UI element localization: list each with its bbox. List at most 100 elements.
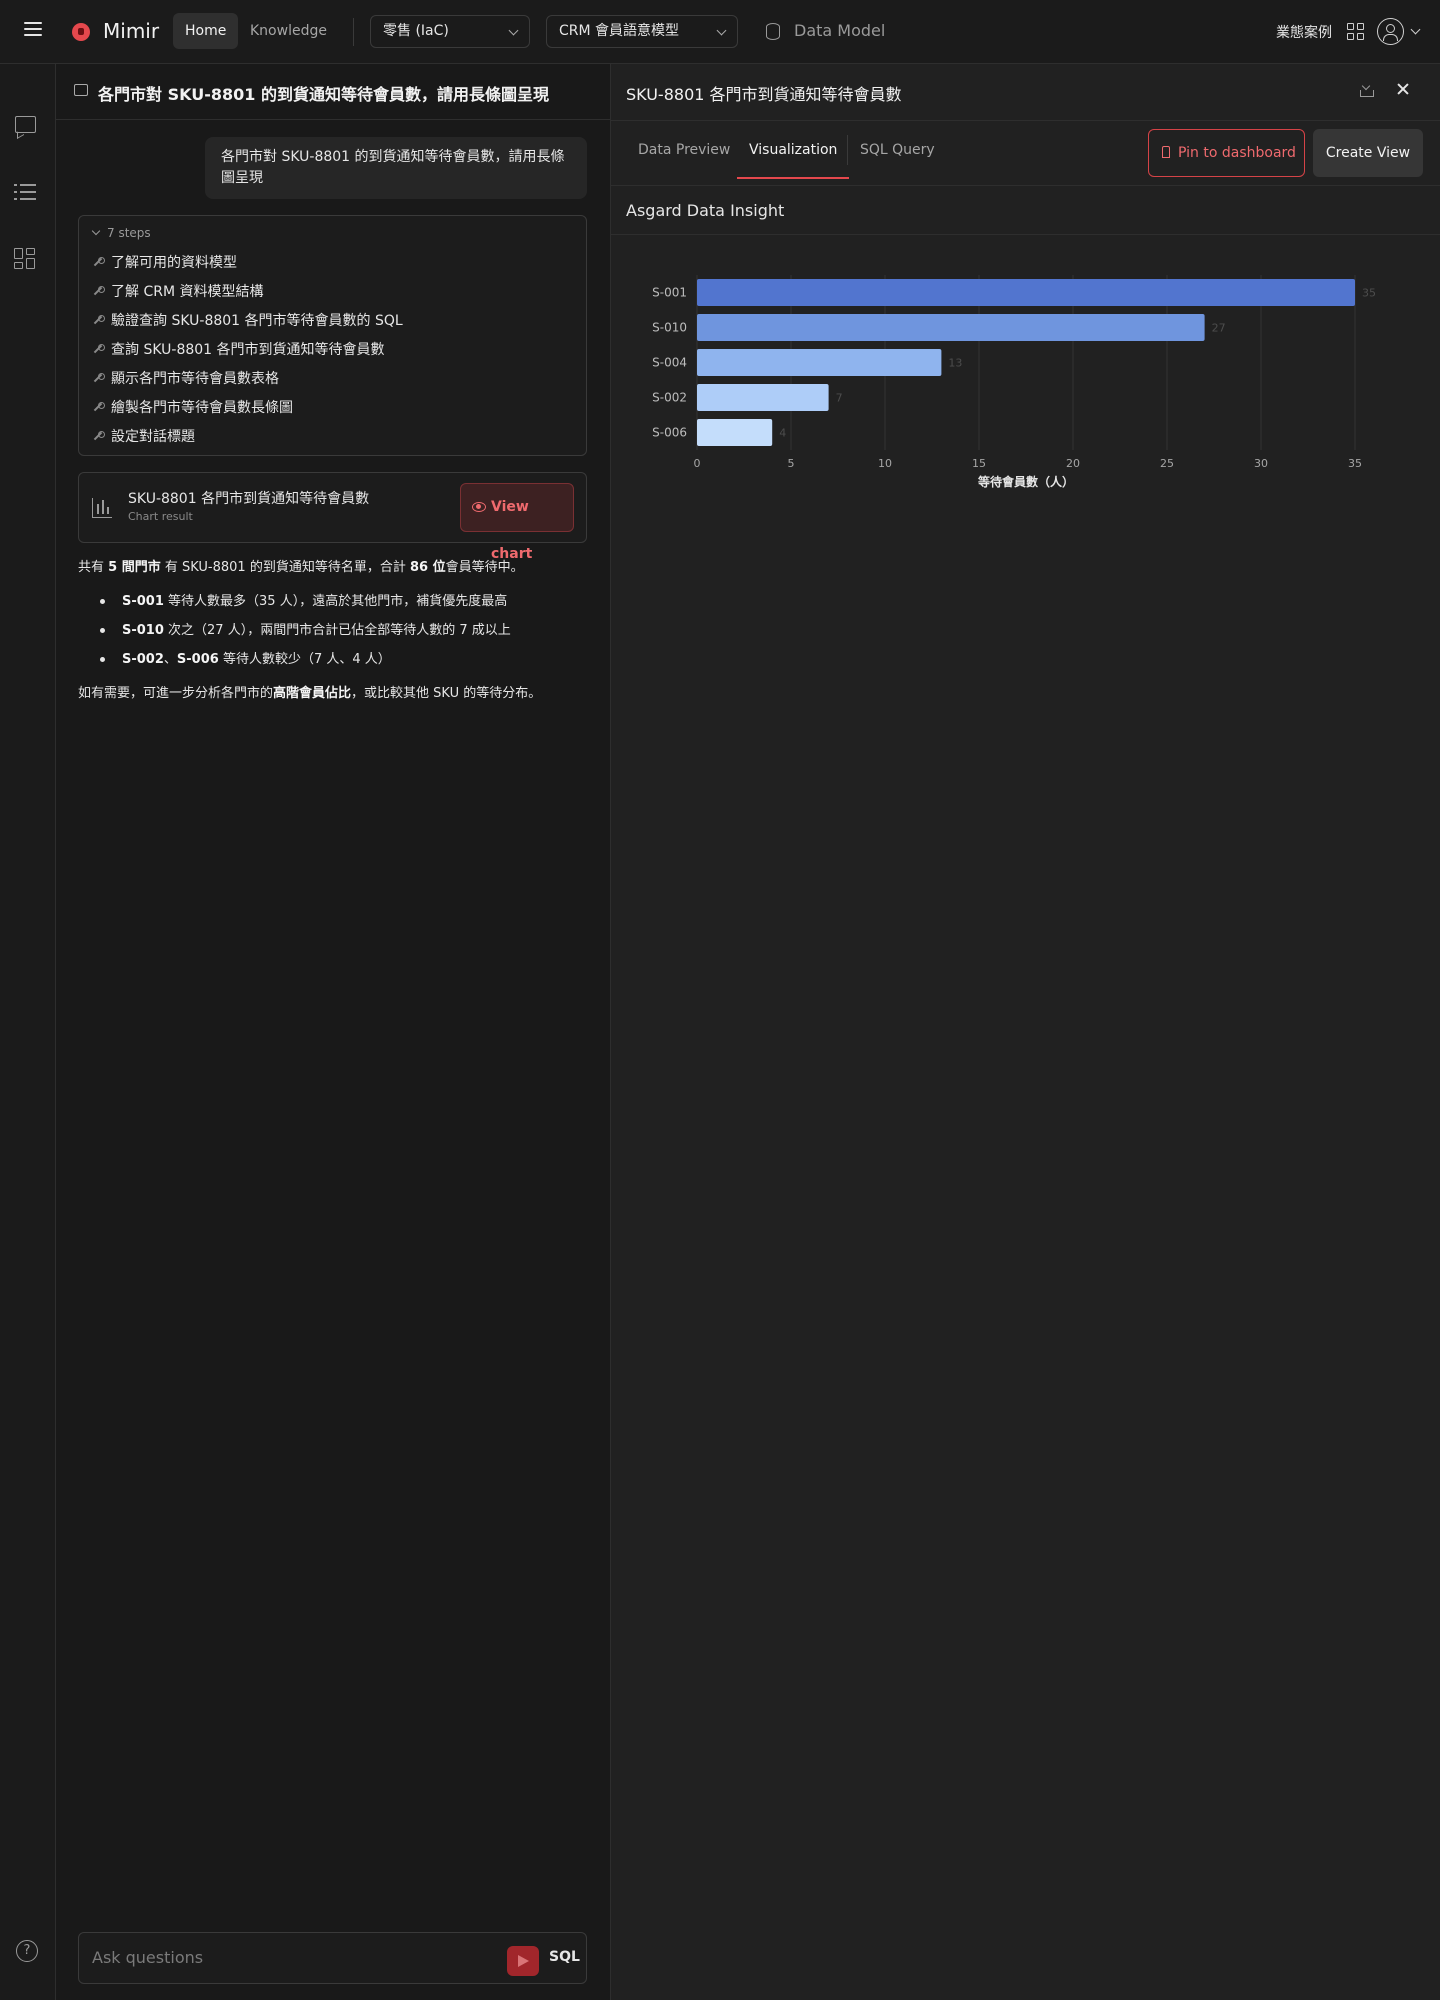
chart-bar xyxy=(697,384,829,411)
y-tick-label: S-004 xyxy=(652,356,687,370)
step-label: 設定對話標題 xyxy=(111,429,195,445)
user-avatar-icon[interactable] xyxy=(1377,18,1404,45)
help-icon[interactable]: ? xyxy=(16,1940,38,1962)
chart-card-subtitle: Chart result xyxy=(128,510,193,523)
step-item[interactable]: 繪製各門市等待會員數長條圖 xyxy=(92,397,293,417)
answer-bullets: S-001 等待人數最多（35 人），遠高於其他門市，補貨優先度最高 S-010… xyxy=(100,587,588,674)
insight-header: Asgard Data Insight xyxy=(611,186,1440,235)
left-rail: ? xyxy=(0,64,56,2000)
question-input-placeholder: Ask questions xyxy=(92,1948,204,1967)
wrench-icon xyxy=(92,315,105,326)
wrench-icon xyxy=(92,257,105,268)
step-item[interactable]: 了解 CRM 資料模型結構 xyxy=(92,281,263,301)
model-select-label: CRM 會員語意模型 xyxy=(559,23,680,39)
steps-count: 7 steps xyxy=(107,226,151,240)
view-chart-label: View chart xyxy=(491,499,533,562)
logo-icon xyxy=(72,23,90,41)
data-label: 13 xyxy=(948,357,962,370)
list-icon[interactable] xyxy=(14,181,38,205)
chart-bar xyxy=(697,419,773,446)
eye-icon xyxy=(472,502,486,512)
chat-panel: 各門市對 SKU-8801 的到貨通知等待會員數，請用長條圖呈現 各門市對 SK… xyxy=(56,64,611,2000)
step-item[interactable]: 驗證查詢 SKU-8801 各門市等待會員數的 SQL xyxy=(92,310,403,330)
chart-bar xyxy=(697,349,942,376)
x-tick-label: 5 xyxy=(788,457,795,470)
visualization-panel: SKU-8801 各門市到貨通知等待會員數 Data Preview Visua… xyxy=(611,64,1440,2000)
list-item: S-002、S-006 等待人數較少（7 人、4 人） xyxy=(100,645,588,674)
pin-icon xyxy=(1162,146,1170,158)
x-axis-title: 等待會員數（人） xyxy=(977,474,1074,489)
download-icon[interactable] xyxy=(1360,83,1374,97)
model-select[interactable]: CRM 會員語意模型 xyxy=(546,15,738,48)
viz-header: SKU-8801 各門市到貨通知等待會員數 xyxy=(611,64,1440,121)
nav-knowledge[interactable]: Knowledge xyxy=(238,13,339,49)
x-tick-label: 10 xyxy=(878,457,892,470)
data-label: 4 xyxy=(779,427,786,440)
chevron-down-icon xyxy=(508,25,519,36)
chat-icon[interactable] xyxy=(14,114,38,138)
nav-home[interactable]: Home xyxy=(173,13,239,49)
chat-header: 各門市對 SKU-8801 的到貨通知等待會員數，請用長條圖呈現 xyxy=(56,64,611,120)
y-tick-label: S-001 xyxy=(652,286,687,300)
close-icon[interactable] xyxy=(1395,81,1411,97)
chat-title: 各門市對 SKU-8801 的到貨通知等待會員數，請用長條圖呈現 xyxy=(98,85,549,104)
apps-grid-icon[interactable] xyxy=(1347,23,1364,40)
question-input[interactable]: Ask questions SQL xyxy=(78,1932,587,1984)
viz-title: SKU-8801 各門市到貨通知等待會員數 xyxy=(626,85,902,104)
message-icon xyxy=(74,84,88,96)
data-model-link[interactable]: Data Model xyxy=(794,21,885,40)
tab-sql-query[interactable]: SQL Query xyxy=(860,121,935,179)
y-tick-label: S-010 xyxy=(652,321,687,335)
step-label: 了解可用的資料模型 xyxy=(111,255,237,271)
step-item[interactable]: 了解可用的資料模型 xyxy=(92,252,237,272)
project-select[interactable]: 零售 (IaC) xyxy=(370,15,530,48)
dashboard-icon[interactable] xyxy=(14,248,38,272)
chart-bar xyxy=(697,279,1355,306)
x-tick-label: 20 xyxy=(1066,457,1080,470)
chart-bar xyxy=(697,314,1205,341)
y-tick-label: S-002 xyxy=(652,391,687,405)
user-message: 各門市對 SKU-8801 的到貨通知等待會員數，請用長條圖呈現 xyxy=(205,137,587,199)
tab-visualization[interactable]: Visualization xyxy=(737,121,850,179)
x-tick-label: 25 xyxy=(1160,457,1174,470)
chevron-down-icon xyxy=(716,25,727,36)
cases-link[interactable]: 業態案例 xyxy=(1276,22,1332,42)
bar-chart: 0 5 10 15 20 25 30 35 S-001 35 S-010 27 S-004 13 S-002… xyxy=(652,275,1376,489)
menu-icon[interactable] xyxy=(24,22,42,38)
step-label: 顯示各門市等待會員數表格 xyxy=(111,371,279,387)
create-view-button[interactable]: Create View xyxy=(1313,129,1423,177)
pin-label: Pin to dashboard xyxy=(1178,145,1296,161)
wrench-icon xyxy=(92,344,105,355)
sql-mode-toggle[interactable]: SQL xyxy=(549,1949,580,1965)
answer-followup: 如有需要，可進一步分析各門市的高階會員佔比，或比較其他 SKU 的等待分布。 xyxy=(78,686,542,701)
steps-panel: 7 steps 了解可用的資料模型 了解 CRM 資料模型結構 驗證查詢 SKU… xyxy=(78,215,587,456)
answer-summary: 共有 5 間門市 有 SKU-8801 的到貨通知等待名單，合計 86 位會員等… xyxy=(78,560,524,575)
steps-toggle[interactable]: 7 steps xyxy=(91,226,151,240)
assistant-answer: 共有 5 間門市 有 SKU-8801 的到貨通知等待名單，合計 86 位會員等… xyxy=(78,558,588,704)
x-tick-label: 0 xyxy=(694,457,701,470)
x-tick-label: 15 xyxy=(972,457,986,470)
tab-divider xyxy=(847,135,848,165)
y-tick-label: S-006 xyxy=(652,426,687,440)
chevron-down-icon xyxy=(91,226,101,236)
step-item[interactable]: 顯示各門市等待會員數表格 xyxy=(92,368,279,388)
wrench-icon xyxy=(92,286,105,297)
viz-tabs: Data Preview Visualization SQL Query Pin… xyxy=(611,121,1440,186)
pin-to-dashboard-button[interactable]: Pin to dashboard xyxy=(1148,129,1305,177)
data-label: 27 xyxy=(1212,322,1226,335)
step-item[interactable]: 設定對話標題 xyxy=(92,426,195,446)
step-item[interactable]: 查詢 SKU-8801 各門市到貨通知等待會員數 xyxy=(92,339,385,359)
chart-result-card[interactable]: SKU-8801 各門市到貨通知等待會員數 Chart result View … xyxy=(78,472,587,562)
data-label: 35 xyxy=(1362,287,1376,300)
x-tick-label: 35 xyxy=(1348,457,1362,470)
project-select-label: 零售 (IaC) xyxy=(383,23,449,39)
top-bar: Mimir Home Knowledge 零售 (IaC) CRM 會員語意模型… xyxy=(0,0,1440,64)
wrench-icon xyxy=(92,431,105,442)
step-label: 驗證查詢 SKU-8801 各門市等待會員數的 SQL xyxy=(111,313,403,329)
chevron-down-icon[interactable] xyxy=(1410,24,1421,35)
view-chart-button[interactable]: View chart xyxy=(460,483,574,562)
step-label: 了解 CRM 資料模型結構 xyxy=(111,284,264,300)
tab-data-preview[interactable]: Data Preview xyxy=(638,121,730,179)
nav-divider xyxy=(353,18,354,46)
send-button[interactable] xyxy=(507,1946,539,1976)
